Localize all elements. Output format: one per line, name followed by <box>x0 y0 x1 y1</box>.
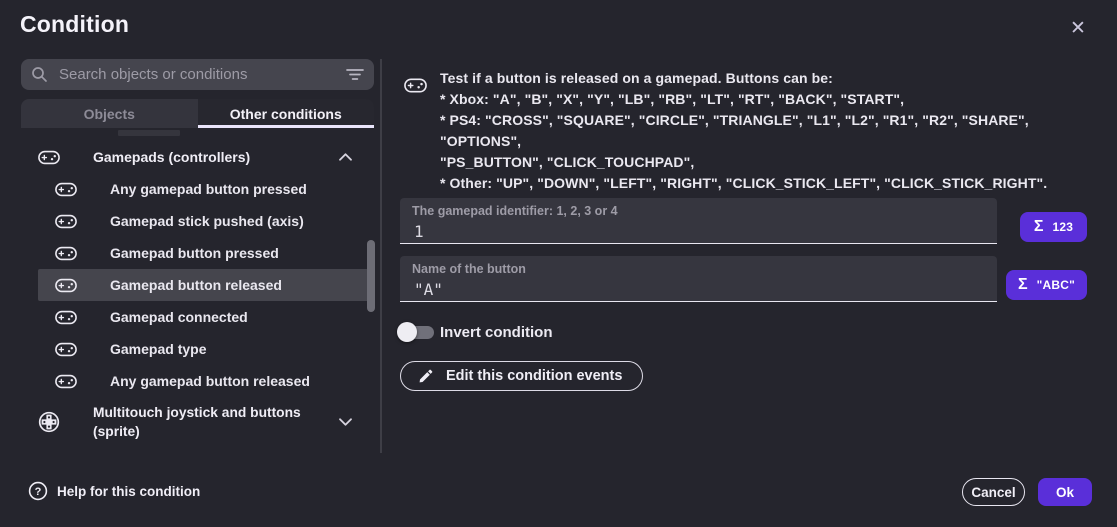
dialog-title: Condition <box>20 11 129 38</box>
list-group-multitouch[interactable]: Multitouch joystick and buttons (sprite) <box>38 397 369 447</box>
sigma-icon: Σ <box>1034 219 1044 235</box>
gamepad-icon <box>38 149 60 166</box>
list-item-label: Any gamepad button released <box>110 373 310 389</box>
group-label: Gamepads (controllers) <box>93 149 250 165</box>
list-item-label: Gamepad button pressed <box>110 245 279 261</box>
gamepad-icon <box>404 77 427 94</box>
expression-button-label: "ABC" <box>1037 278 1075 292</box>
tab-objects-label: Objects <box>84 106 135 122</box>
condition-description: Test if a button is released on a gamepa… <box>440 68 1105 194</box>
field-label: The gamepad identifier: 1, 2, 3 or 4 <box>412 204 985 218</box>
list-group-gamepads[interactable]: Gamepads (controllers) <box>38 141 369 173</box>
sigma-icon: Σ <box>1018 277 1028 293</box>
search-input[interactable] <box>57 65 337 84</box>
list-item-label: Any gamepad button pressed <box>110 181 307 197</box>
chevron-down-icon[interactable] <box>338 417 353 428</box>
ok-button[interactable]: Ok <box>1038 478 1092 506</box>
gamepad-icon <box>55 245 77 262</box>
clipped-list-row <box>118 130 180 136</box>
gamepad-identifier-field[interactable]: The gamepad identifier: 1, 2, 3 or 4 <box>400 198 997 244</box>
tab-objects[interactable]: Objects <box>21 99 198 128</box>
help-link[interactable]: ? Help for this condition <box>28 481 200 501</box>
group-label: Multitouch joystick and buttons (sprite) <box>93 403 325 441</box>
search-icon <box>31 66 48 83</box>
svg-text:?: ? <box>35 486 42 498</box>
gamepad-icon <box>55 341 77 358</box>
multitouch-dpad-icon <box>38 411 60 433</box>
selected-tab-indicator <box>198 125 375 128</box>
list-item[interactable]: Any gamepad button released <box>38 365 369 397</box>
edit-condition-events-label: Edit this condition events <box>446 368 622 384</box>
list-item[interactable]: Gamepad type <box>38 333 369 365</box>
question-mark-icon: ? <box>28 481 48 501</box>
gamepad-icon <box>55 373 77 390</box>
expression-builder-string-button[interactable]: Σ "ABC" <box>1006 270 1087 300</box>
panel-tabs: Objects Other conditions <box>21 99 374 128</box>
list-item[interactable]: Gamepad button pressed <box>38 237 369 269</box>
list-item-label: Gamepad button released <box>110 277 282 293</box>
gamepad-icon <box>55 213 77 230</box>
list-item[interactable]: Any gamepad button pressed <box>38 173 369 205</box>
button-name-input[interactable] <box>412 279 976 300</box>
invert-condition-label: Invert condition <box>440 324 553 341</box>
filter-lines-icon[interactable] <box>346 68 364 81</box>
expression-button-label: 123 <box>1052 220 1073 234</box>
condition-dialog: Condition ✕ Objects Other conditions Gam… <box>0 0 1117 527</box>
help-link-label: Help for this condition <box>57 484 200 499</box>
button-name-field[interactable]: Name of the button <box>400 256 997 302</box>
gamepad-identifier-input[interactable] <box>412 221 976 242</box>
invert-condition-toggle[interactable] <box>397 322 435 342</box>
close-icon[interactable]: ✕ <box>1064 14 1092 42</box>
list-scrollbar-thumb[interactable] <box>367 240 375 312</box>
list-item[interactable]: Gamepad stick pushed (axis) <box>38 205 369 237</box>
toggle-thumb <box>397 322 417 342</box>
tab-other-conditions-label: Other conditions <box>230 106 342 122</box>
gamepad-icon <box>55 181 77 198</box>
search-bar[interactable] <box>21 59 374 90</box>
tab-other-conditions[interactable]: Other conditions <box>198 99 375 128</box>
list-item[interactable]: Gamepad connected <box>38 301 369 333</box>
pencil-icon <box>418 368 434 384</box>
list-item-selected[interactable]: Gamepad button released <box>38 269 369 301</box>
expression-builder-number-button[interactable]: Σ 123 <box>1020 212 1087 242</box>
conditions-list: Gamepads (controllers) Any gamepad butto… <box>21 141 378 447</box>
edit-condition-events-button[interactable]: Edit this condition events <box>400 361 643 391</box>
gamepad-icon <box>55 277 77 294</box>
list-item-label: Gamepad connected <box>110 309 248 325</box>
panel-divider <box>380 59 382 453</box>
field-label: Name of the button <box>412 262 985 276</box>
list-item-label: Gamepad type <box>110 341 206 357</box>
gamepad-icon <box>55 309 77 326</box>
list-item-label: Gamepad stick pushed (axis) <box>110 213 304 229</box>
chevron-up-icon[interactable] <box>338 152 353 163</box>
cancel-button[interactable]: Cancel <box>962 478 1025 506</box>
